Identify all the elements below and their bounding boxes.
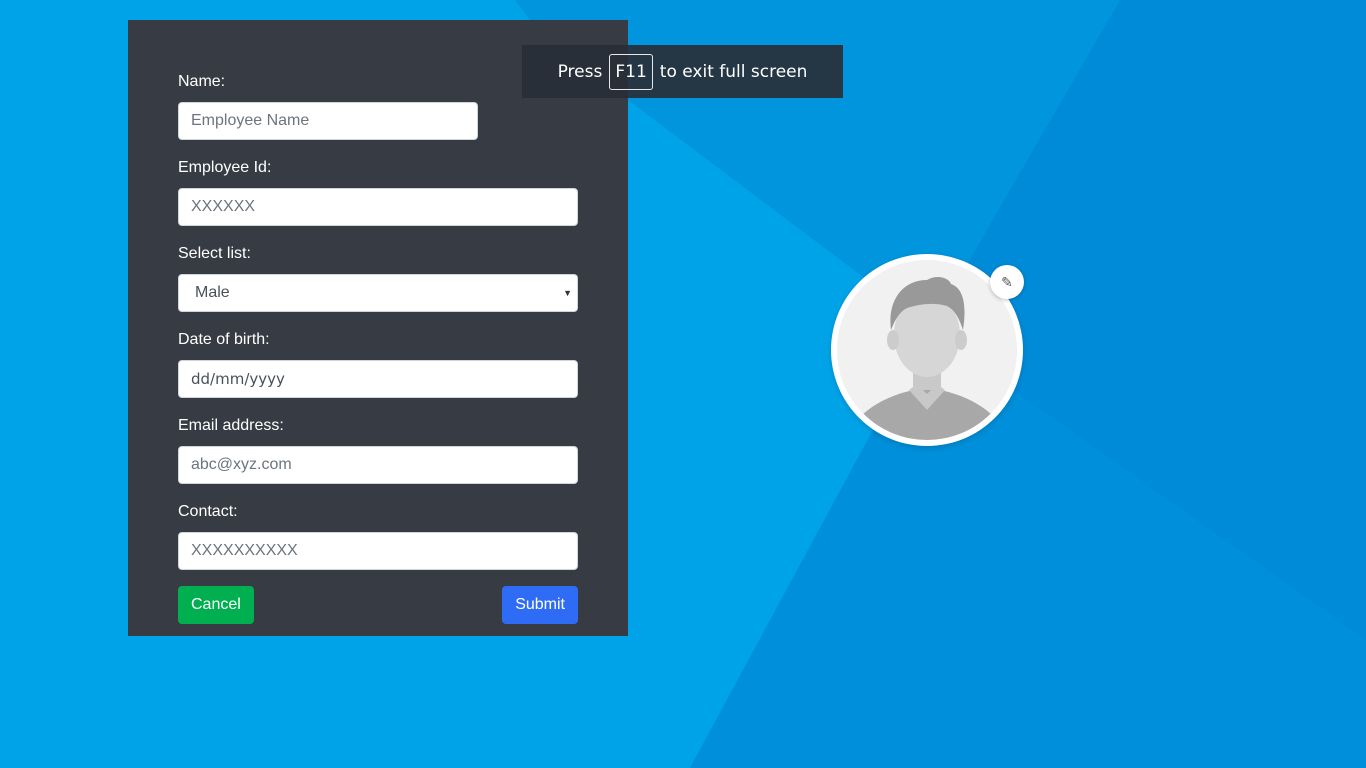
contact-label: Contact: [178,503,238,520]
cancel-button[interactable]: Cancel [178,586,254,624]
contact-input[interactable] [178,532,578,570]
email-input[interactable] [178,446,578,484]
gender-select[interactable]: Male ▼ [178,274,578,312]
submit-button[interactable]: Submit [502,586,578,624]
pencil-icon: ✎ [1001,273,1013,290]
edit-avatar-button[interactable]: ✎ [990,265,1024,299]
gender-select-value: Male [195,284,230,301]
dob-value: dd/mm/yyyy [191,370,285,388]
employee-id-input[interactable] [178,188,578,226]
dob-label: Date of birth: [178,331,270,348]
email-label: Email address: [178,417,284,434]
employee-form: Name: Employee Id: Select list: Male ▼ D… [128,20,628,636]
f11-key: F11 [609,53,653,90]
chevron-down-icon: ▼ [563,288,572,298]
dob-input[interactable]: dd/mm/yyyy [178,360,578,398]
employee-id-label: Employee Id: [178,159,272,176]
fullscreen-notice-prefix: Press [557,61,603,82]
name-input[interactable] [178,102,478,140]
select-list-label: Select list: [178,245,251,262]
fullscreen-notice: Press F11 to exit full screen [522,45,843,98]
name-label: Name: [178,73,226,90]
fullscreen-notice-suffix: to exit full screen [659,61,808,82]
